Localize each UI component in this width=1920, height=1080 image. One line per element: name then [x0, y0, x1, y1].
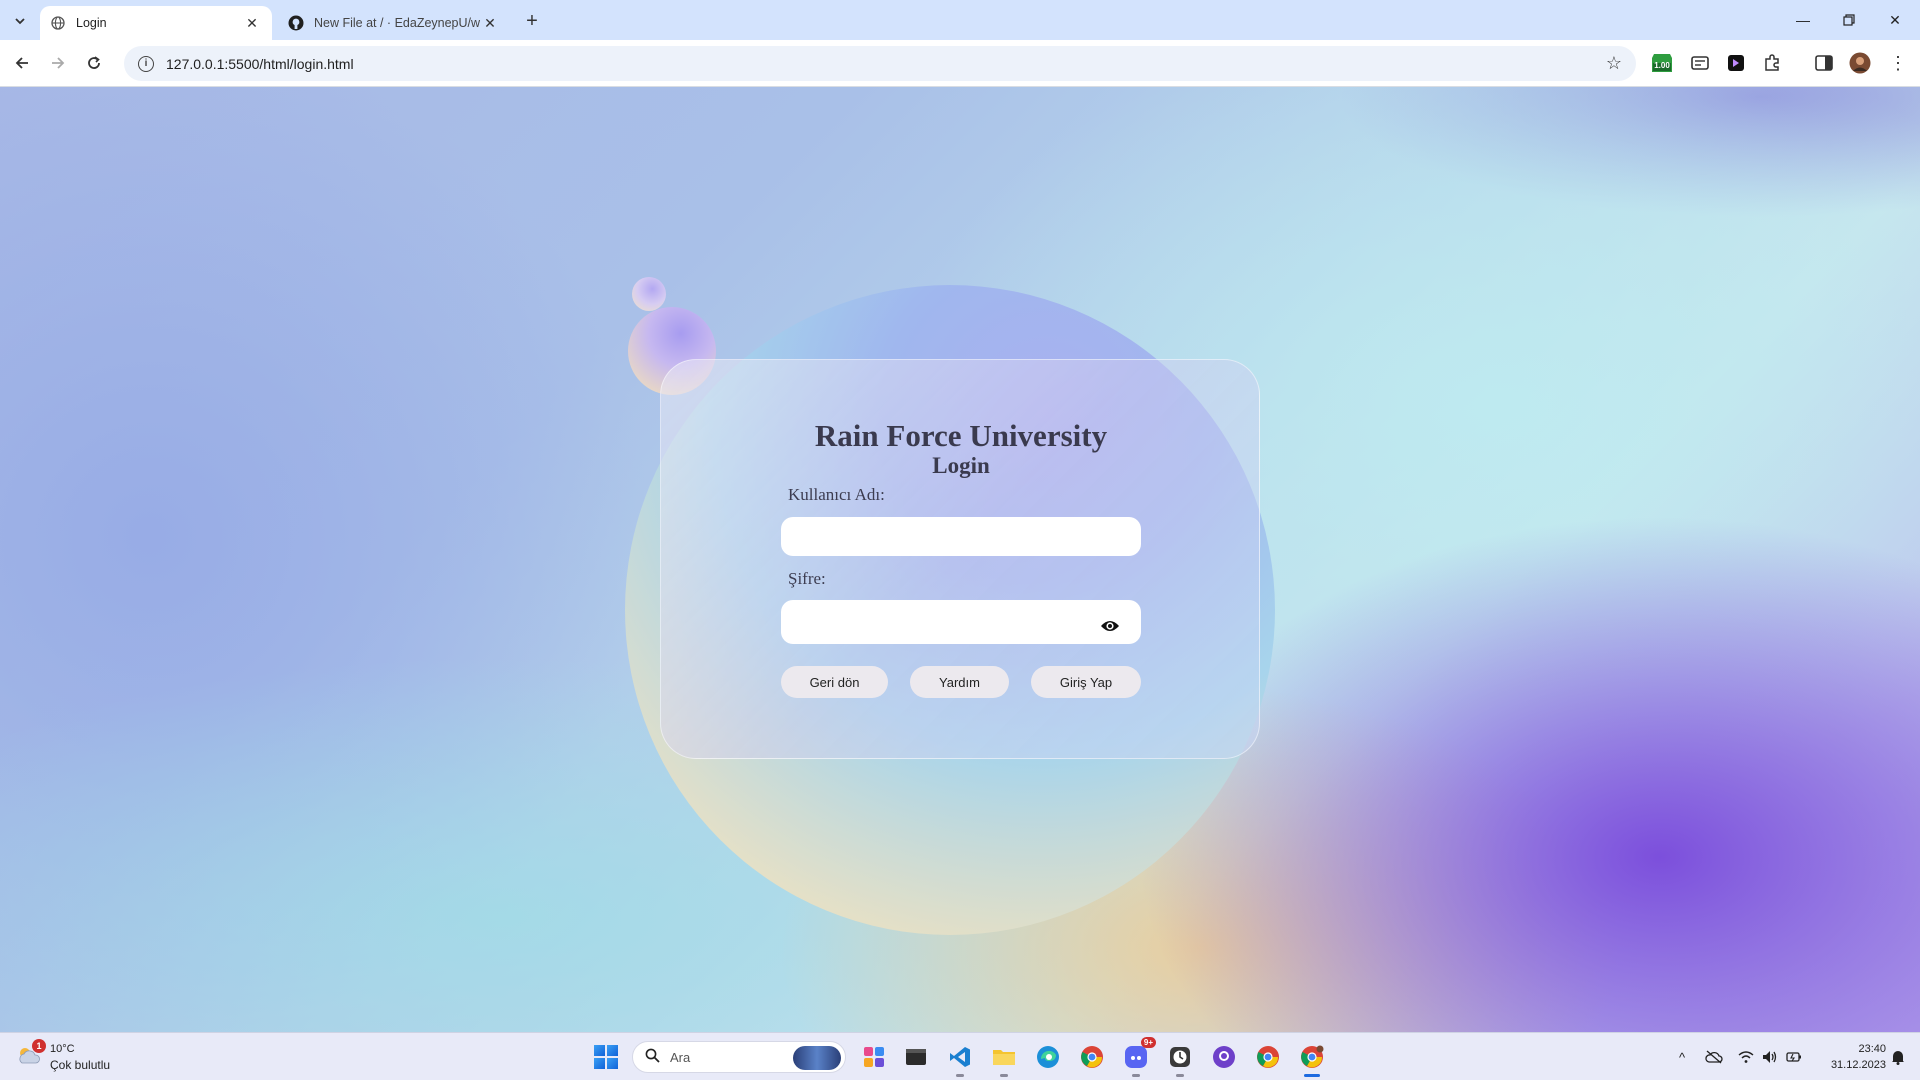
running-indicator: [1132, 1074, 1140, 1077]
tab-title: New File at / · EdaZeynepU/wel: [314, 16, 480, 30]
clock-date: 31.12.2023: [1830, 1059, 1886, 1071]
copilot-app-icon[interactable]: [858, 1041, 890, 1073]
kebab-menu-icon[interactable]: ⋮: [1886, 51, 1910, 75]
browser-toolbar: i 127.0.0.1:5500/html/login.html ☆ 1.00 …: [0, 40, 1920, 87]
volume-icon[interactable]: [1760, 1047, 1780, 1067]
notification-bell-icon[interactable]: [1888, 1047, 1908, 1067]
minimize-button[interactable]: —: [1780, 4, 1826, 36]
page-viewport: Rain Force University Login Kullanıcı Ad…: [0, 87, 1920, 1032]
weather-temp: 10°C: [50, 1043, 75, 1055]
tab-login[interactable]: Login ✕: [40, 6, 272, 40]
clock-time: 23:40: [1858, 1043, 1886, 1055]
chevron-up-icon[interactable]: ^: [1672, 1047, 1692, 1067]
search-icon: [645, 1048, 660, 1067]
login-heading: Login: [932, 453, 990, 478]
timer-app-icon[interactable]: [1164, 1041, 1196, 1077]
chrome-app-icon[interactable]: [1076, 1041, 1108, 1073]
restore-button[interactable]: [1826, 4, 1872, 36]
side-panel-icon[interactable]: [1812, 51, 1836, 75]
taskbar-search[interactable]: Ara: [632, 1041, 846, 1073]
back-button[interactable]: Geri dön: [781, 666, 888, 698]
tab-title: Login: [76, 16, 107, 30]
battery-icon[interactable]: [1784, 1047, 1804, 1067]
search-highlight-image: [793, 1046, 841, 1070]
new-tab-button[interactable]: +: [520, 9, 544, 33]
password-input[interactable]: [781, 600, 1141, 644]
media-extension-icon[interactable]: [1688, 51, 1712, 75]
back-button[interactable]: [8, 49, 36, 77]
github-desktop-app-icon[interactable]: [1208, 1041, 1240, 1073]
login-card: Rain Force University Login Kullanıcı Ad…: [660, 359, 1260, 759]
running-indicator: [1304, 1074, 1320, 1077]
address-bar[interactable]: i 127.0.0.1:5500/html/login.html ☆: [124, 46, 1636, 81]
profile-avatar[interactable]: [1848, 51, 1872, 75]
username-input[interactable]: [781, 517, 1141, 556]
chrome-profile-app-icon[interactable]: [1252, 1041, 1284, 1073]
wifi-icon[interactable]: [1736, 1047, 1756, 1067]
discord-badge: 9+: [1140, 1037, 1156, 1048]
username-label: Kullanıcı Adı:: [788, 485, 885, 504]
university-title: Rain Force University: [814, 418, 1108, 453]
chrome-active-app-icon[interactable]: [1296, 1041, 1328, 1077]
tab-github[interactable]: New File at / · EdaZeynepU/wel ✕: [278, 6, 510, 40]
site-info-icon[interactable]: i: [138, 55, 154, 72]
reload-button[interactable]: [80, 49, 108, 77]
app-extension-icon[interactable]: [1724, 51, 1748, 75]
forward-button[interactable]: [44, 49, 72, 77]
bookmark-star-icon[interactable]: ☆: [1606, 53, 1622, 74]
login-button[interactable]: Giriş Yap: [1031, 666, 1141, 698]
help-button[interactable]: Yardım: [910, 666, 1009, 698]
vscode-app-icon[interactable]: [944, 1041, 976, 1077]
search-placeholder: Ara: [670, 1049, 691, 1065]
edge-app-icon[interactable]: [1032, 1041, 1064, 1073]
arrow-left-icon: [15, 57, 28, 69]
password-label: Şifre:: [788, 569, 826, 588]
chevron-down-icon: [15, 18, 25, 25]
reload-icon: [88, 56, 100, 69]
tab-strip: Login ✕ New File at / · EdaZeynepU/wel ✕…: [0, 0, 1920, 40]
url-text: 127.0.0.1:5500/html/login.html: [166, 55, 354, 72]
show-password-eye-icon[interactable]: [1099, 615, 1121, 637]
close-tab-icon[interactable]: ✕: [242, 13, 262, 33]
onedrive-icon[interactable]: [1704, 1047, 1724, 1067]
puzzle-extensions-icon[interactable]: [1760, 51, 1784, 75]
restore-icon: [1843, 14, 1855, 26]
file-explorer-app-icon[interactable]: [988, 1041, 1020, 1077]
running-indicator: [956, 1074, 964, 1077]
windows-taskbar: 1 10°C Çok bulutlu Ara 9+ ^ 23:40 31.12.…: [0, 1032, 1920, 1080]
close-window-button[interactable]: ✕: [1872, 4, 1918, 36]
system-clock[interactable]: 23:40 31.12.2023: [1810, 1041, 1886, 1073]
github-icon: [288, 15, 304, 31]
tab-search-dropdown[interactable]: [8, 9, 32, 33]
globe-icon: [50, 15, 66, 31]
background-bubble-tiny: [632, 277, 666, 311]
running-indicator: [1000, 1074, 1008, 1077]
extension-counter-icon[interactable]: 1.00: [1650, 51, 1674, 75]
running-indicator: [1176, 1074, 1184, 1077]
weather-widget[interactable]: 1 10°C Çok bulutlu: [16, 1039, 136, 1075]
discord-app-icon[interactable]: 9+: [1120, 1037, 1156, 1077]
windows-start-icon[interactable]: [594, 1045, 618, 1069]
weather-alert-badge: 1: [32, 1039, 46, 1053]
extension-badge: 1.00: [1654, 61, 1670, 70]
arrow-right-icon: [52, 57, 65, 69]
weather-description: Çok bulutlu: [50, 1058, 111, 1072]
terminal-app-icon[interactable]: [900, 1041, 932, 1073]
close-tab-icon[interactable]: ✕: [480, 13, 500, 33]
